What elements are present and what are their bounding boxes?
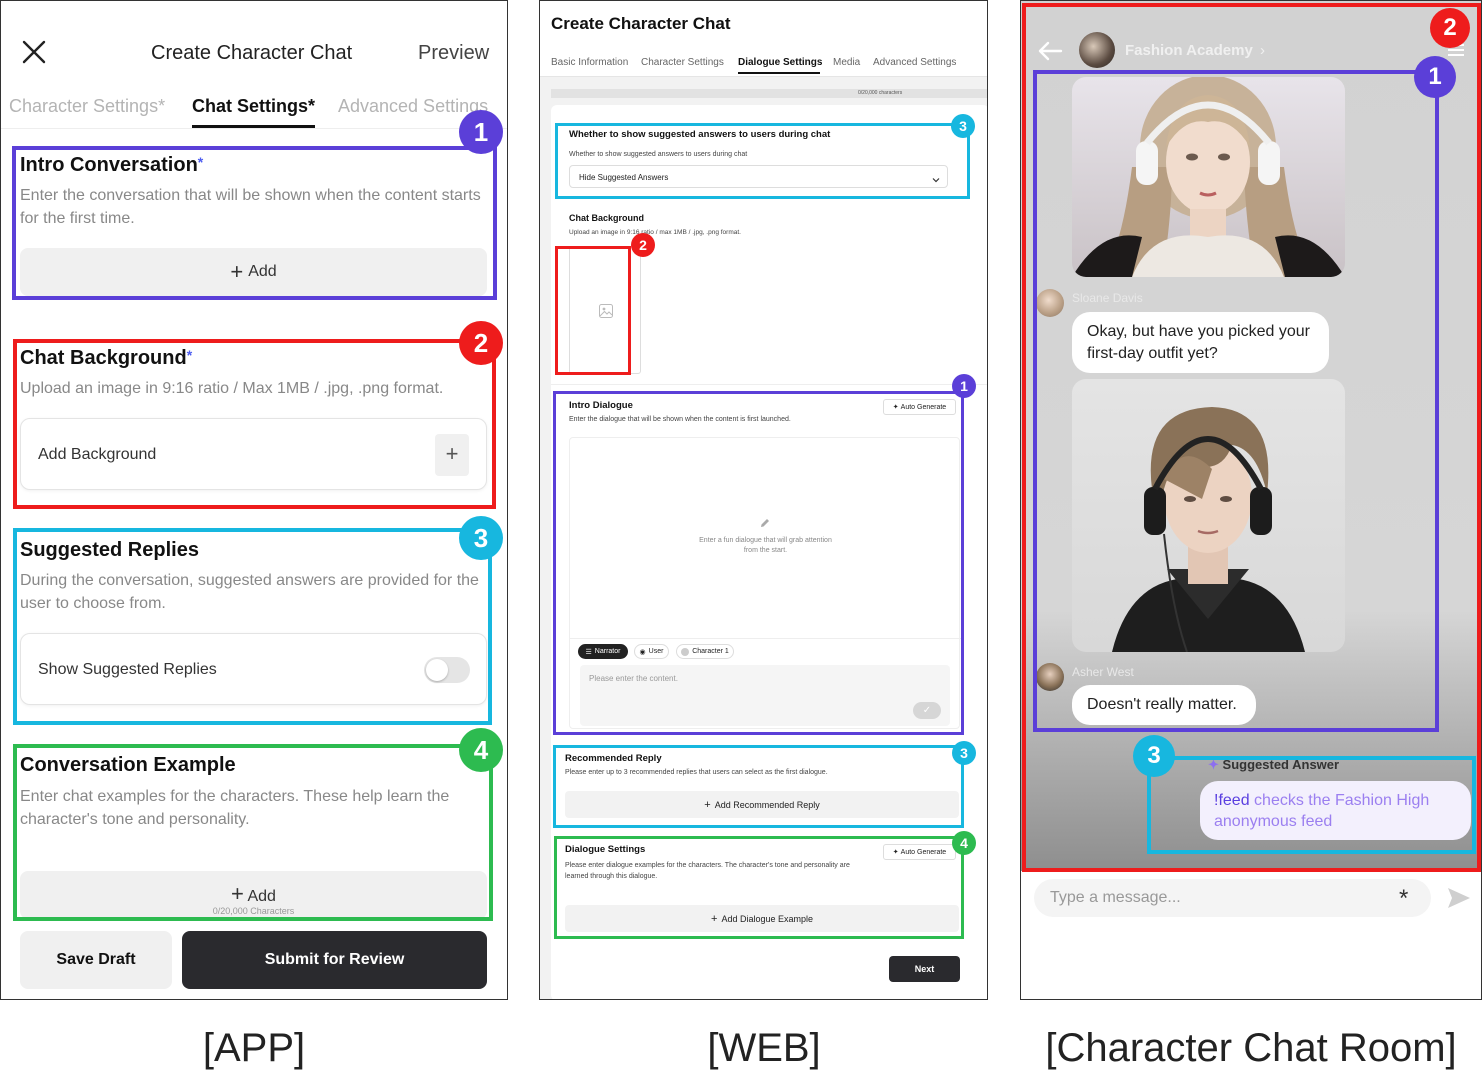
badge-web-2: 2 (631, 233, 655, 257)
badge-1: 1 (459, 110, 503, 154)
message-input-placeholder: Type a message... (1050, 889, 1181, 906)
highlight-example (13, 744, 493, 921)
web-background-title: Chat Background (569, 213, 645, 223)
message-input[interactable]: Type a message... * (1034, 879, 1431, 917)
caption-chat: [Character Chat Room] (1045, 1026, 1457, 1070)
web-tab-media[interactable]: Media (833, 57, 860, 68)
submit-review-button[interactable]: Submit for Review (182, 931, 487, 989)
highlight-chat-suggested (1147, 756, 1476, 854)
asterisk-icon[interactable]: * (1399, 885, 1408, 913)
web-tab-character[interactable]: Character Settings (641, 57, 724, 68)
web-divider (551, 384, 987, 385)
web-tab-underline (738, 72, 820, 74)
highlight-intro (12, 146, 497, 300)
badge-chat-3: 3 (1133, 735, 1175, 777)
tab-character-settings[interactable]: Character Settings* (9, 96, 165, 117)
web-next-button[interactable]: Next (889, 956, 960, 982)
web-panel: Create Character Chat Basic Information … (539, 0, 988, 1000)
badge-web-3a: 3 (951, 114, 975, 138)
web-counter-bar (551, 89, 987, 98)
web-background-description: Upload an image in 9:16 ratio / max 1MB … (569, 229, 741, 236)
caption-web: [WEB] (707, 1026, 821, 1070)
app-panel: Create Character Chat Preview Character … (0, 0, 508, 1000)
caption-app: [APP] (202, 1026, 306, 1070)
web-tab-dialogue[interactable]: Dialogue Settings (738, 57, 822, 68)
highlight-suggested (13, 528, 492, 725)
tab-chat-settings[interactable]: Chat Settings* (192, 96, 315, 117)
highlight-web-suggested (555, 123, 970, 199)
send-icon[interactable] (1446, 885, 1472, 911)
badge-3: 3 (459, 516, 503, 560)
highlight-web-recommended (553, 745, 964, 828)
badge-4: 4 (459, 728, 503, 772)
close-icon[interactable] (21, 39, 47, 65)
badge-web-1: 1 (952, 374, 976, 398)
tab-divider (1, 128, 507, 129)
preview-button[interactable]: Preview (418, 42, 489, 65)
web-page-title: Create Character Chat (551, 14, 731, 33)
highlight-background (13, 339, 496, 509)
page-title: Create Character Chat (151, 42, 353, 64)
badge-web-3b: 3 (952, 741, 976, 765)
chat-panel: Fashion Academy › Sloane Davis Okay, but… (1020, 0, 1482, 1000)
badge-chat-1: 1 (1414, 56, 1456, 98)
tab-advanced-settings[interactable]: Advanced Settings (338, 96, 488, 117)
web-tab-basic[interactable]: Basic Information (551, 57, 628, 68)
save-draft-button[interactable]: Save Draft (20, 931, 172, 989)
highlight-web-background (555, 246, 631, 375)
highlight-web-dialogue (554, 836, 964, 939)
web-counter: 0/20,000 characters (858, 90, 903, 96)
badge-chat-2: 2 (1430, 8, 1470, 48)
highlight-web-intro (553, 391, 964, 735)
badge-web-4: 4 (952, 831, 976, 855)
badge-2: 2 (459, 321, 503, 365)
highlight-chat-messages (1033, 70, 1439, 732)
web-tab-advanced[interactable]: Advanced Settings (873, 57, 956, 68)
